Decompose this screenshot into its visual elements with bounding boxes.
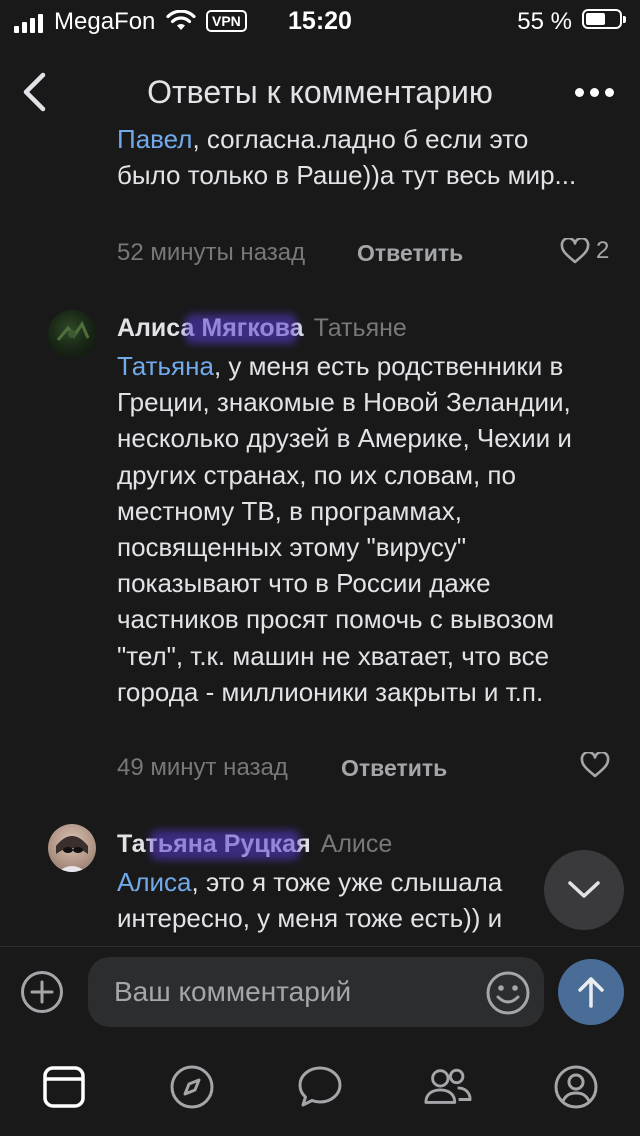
mention-link[interactable]: Татьяна [117, 351, 214, 381]
friends-icon [424, 1068, 472, 1104]
navigation-bar: Ответы к комментарию [0, 60, 640, 124]
chevron-down-icon [568, 881, 600, 898]
send-button[interactable] [558, 959, 624, 1025]
profile-icon [554, 1065, 598, 1109]
comment-text: Алиса, это я тоже уже слышала интересно,… [117, 867, 503, 934]
add-attachment-icon[interactable] [20, 970, 64, 1014]
emoji-icon[interactable] [484, 969, 532, 1017]
replies-feed[interactable]: Павел, согласна.ладно б если это было то… [0, 124, 640, 946]
tab-messages[interactable] [295, 1062, 345, 1112]
like-count: 2 [596, 237, 610, 264]
like-button[interactable]: 2 [560, 237, 609, 265]
avatar[interactable] [48, 824, 96, 872]
comment-text: Татьяна, у меня есть родственники в Грец… [117, 351, 572, 707]
page-title: Ответы к комментарию [147, 74, 493, 110]
battery-icon [582, 9, 626, 29]
tab-discover[interactable] [167, 1062, 217, 1112]
reply-button[interactable]: Ответить [357, 240, 463, 267]
reply-to-name[interactable]: Алисе [321, 830, 393, 858]
comment-composer: Ваш комментарий [0, 946, 640, 1037]
messages-icon [298, 1066, 342, 1107]
redaction-mark [150, 830, 300, 860]
heart-icon [560, 238, 590, 264]
redaction-mark [185, 314, 297, 344]
comment-input[interactable]: Ваш комментарий [88, 957, 544, 1027]
like-button[interactable] [580, 752, 610, 778]
comment-time: 49 минут назад [117, 754, 288, 781]
mention-link[interactable]: Павел [117, 124, 192, 154]
reply-button[interactable]: Ответить [341, 755, 447, 782]
battery-percent: 55 % [517, 8, 572, 35]
tab-profile[interactable] [551, 1062, 601, 1112]
mention-link[interactable]: Алиса [117, 867, 192, 897]
reply-to-name[interactable]: Татьяне [314, 314, 407, 342]
news-icon [43, 1066, 85, 1108]
heart-icon [580, 752, 610, 778]
avatar[interactable] [48, 310, 96, 358]
comment-time: 52 минуты назад [117, 239, 306, 266]
comment-text: Павел, согласна.ладно б если это было то… [117, 124, 577, 191]
tab-news[interactable] [39, 1062, 89, 1112]
scroll-to-bottom-button[interactable] [544, 850, 624, 930]
tab-bar [0, 1036, 640, 1136]
discover-icon [170, 1065, 214, 1109]
status-bar: MegaFon VPN 15:20 55 % [0, 0, 640, 44]
more-options-icon[interactable] [575, 88, 614, 97]
tab-friends[interactable] [423, 1062, 473, 1112]
arrow-up-icon [578, 977, 604, 1008]
